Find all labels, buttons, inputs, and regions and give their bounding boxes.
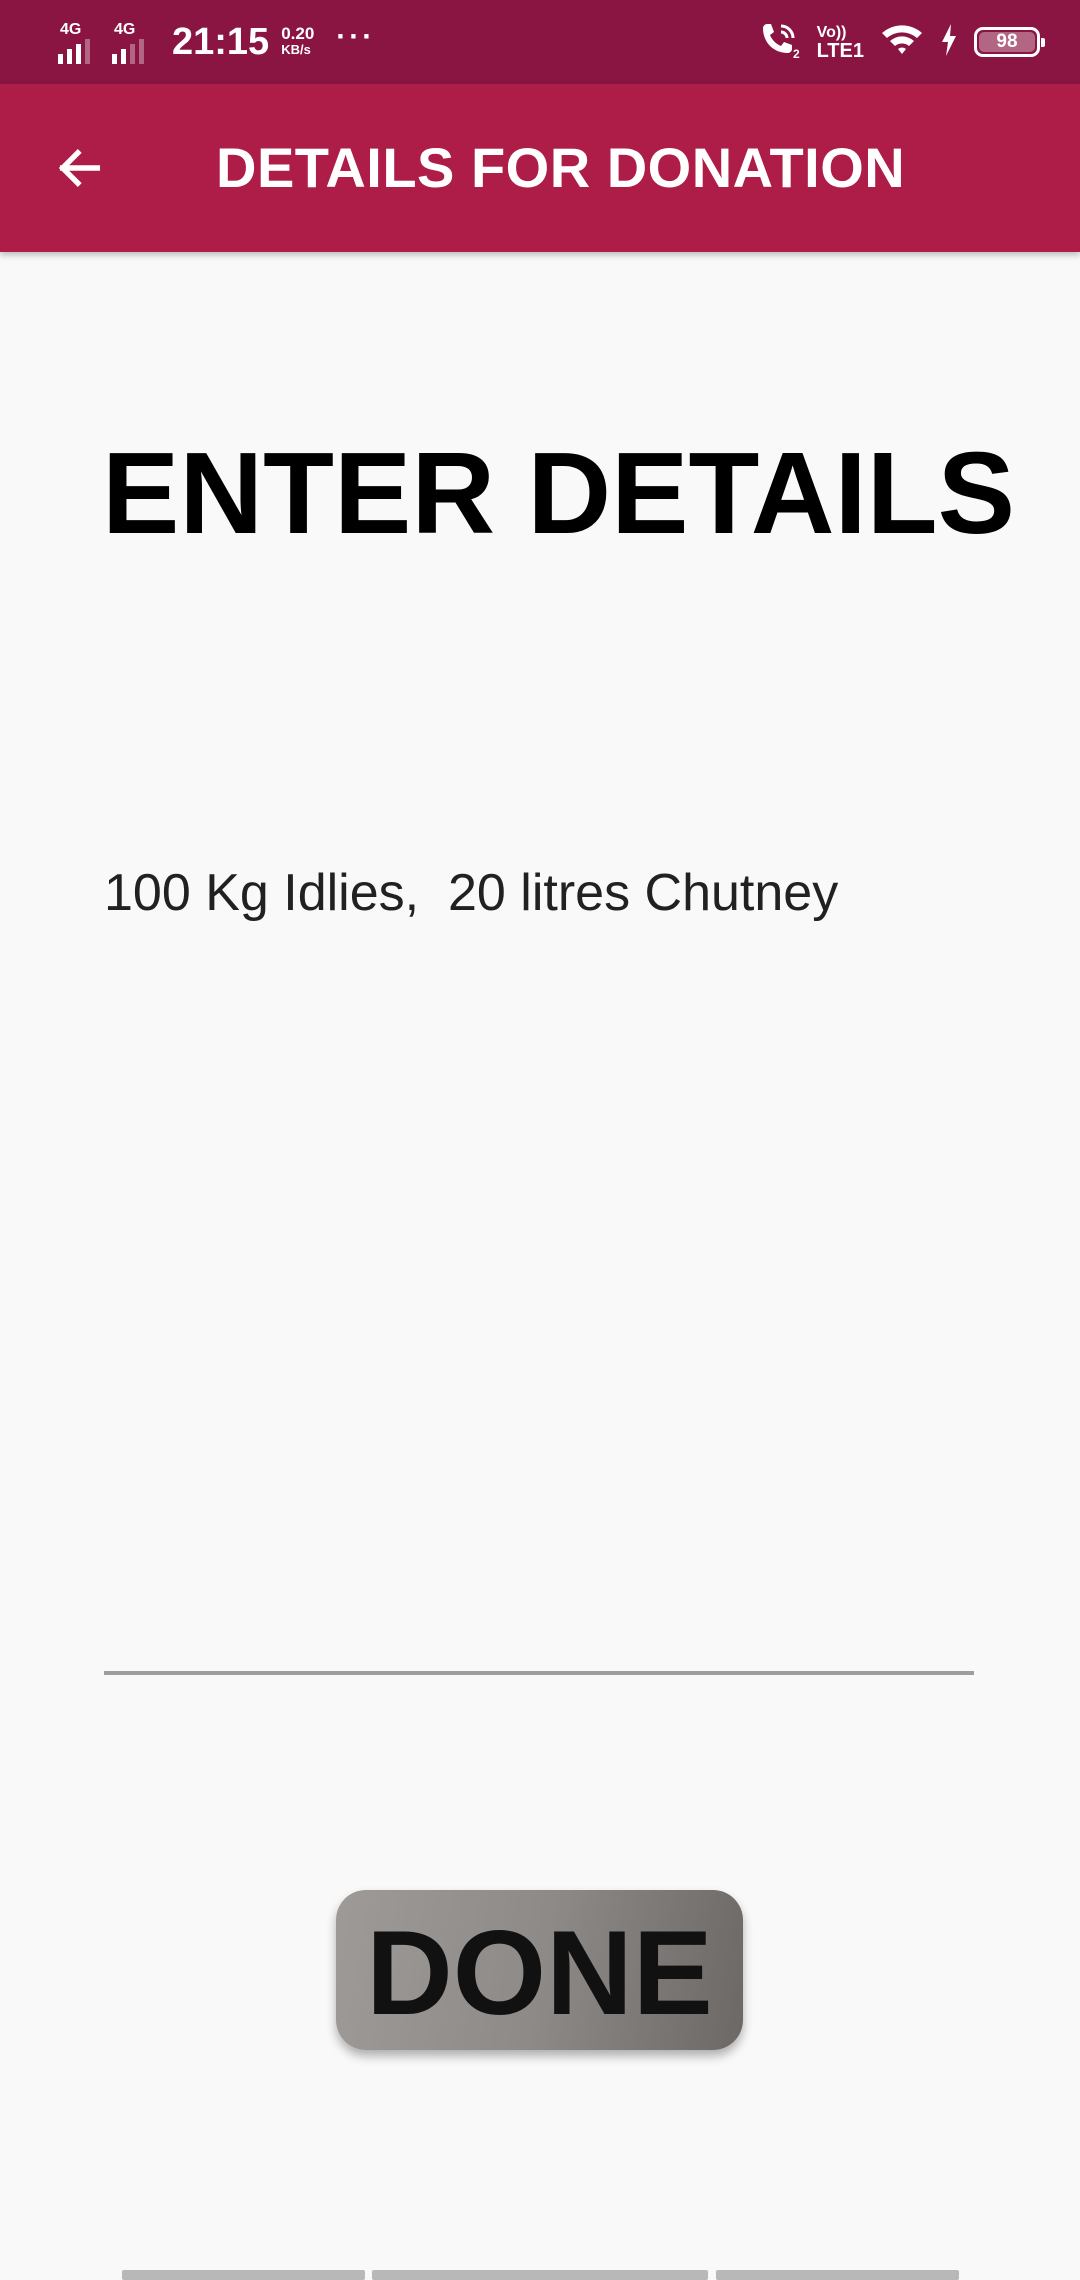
sim1-network-label: 4G xyxy=(60,21,82,38)
sim2-signal-icon: 4G xyxy=(112,20,158,64)
enter-details-heading: ENTER DETAILS xyxy=(102,428,1015,558)
wifi-calling-icon: 2 xyxy=(757,20,801,65)
network-speed: 0.20 KB/s xyxy=(281,24,315,58)
app-bar: DETAILS FOR DONATION xyxy=(0,84,1080,252)
sim2-network-label: 4G xyxy=(114,21,136,38)
nav-hint-center xyxy=(372,2270,708,2280)
status-bar-left: 4G 4G 21:15 0.20 KB/s ··· xyxy=(58,0,375,84)
back-button[interactable] xyxy=(42,130,118,206)
nav-hint-left xyxy=(122,2270,365,2280)
lte-label: LTE1 xyxy=(816,40,864,62)
status-bar: 4G 4G 21:15 0.20 KB/s ··· 2 Vo)) LTE1 98 xyxy=(0,0,1080,84)
page-title: DETAILS FOR DONATION xyxy=(216,136,906,199)
volte-indicator: Vo)) LTE1 xyxy=(816,24,864,62)
donation-details-value: 100 Kg Idlies, 20 litres Chutney xyxy=(104,864,839,922)
gesture-navigation-bar xyxy=(0,2270,1080,2280)
network-speed-value: 0.20 xyxy=(281,24,315,43)
battery-level: 98 xyxy=(996,31,1018,52)
arrow-left-icon xyxy=(58,149,101,187)
done-button[interactable]: DONE xyxy=(336,1890,743,2050)
donation-details-input[interactable]: 100 Kg Idlies, 20 litres Chutney xyxy=(104,860,974,1675)
sim1-signal-icon: 4G xyxy=(58,20,104,64)
status-bar-right: 2 Vo)) LTE1 98 xyxy=(757,0,1045,84)
svg-text:2: 2 xyxy=(793,47,800,60)
network-speed-unit: KB/s xyxy=(281,42,311,57)
done-button-label: DONE xyxy=(366,1906,713,2040)
more-notifications-icon: ··· xyxy=(336,20,376,53)
status-time: 21:15 xyxy=(172,20,270,63)
charging-icon xyxy=(940,23,958,61)
nav-hint-right xyxy=(716,2270,959,2280)
battery-icon: 98 xyxy=(974,27,1045,57)
wifi-icon xyxy=(880,22,924,63)
